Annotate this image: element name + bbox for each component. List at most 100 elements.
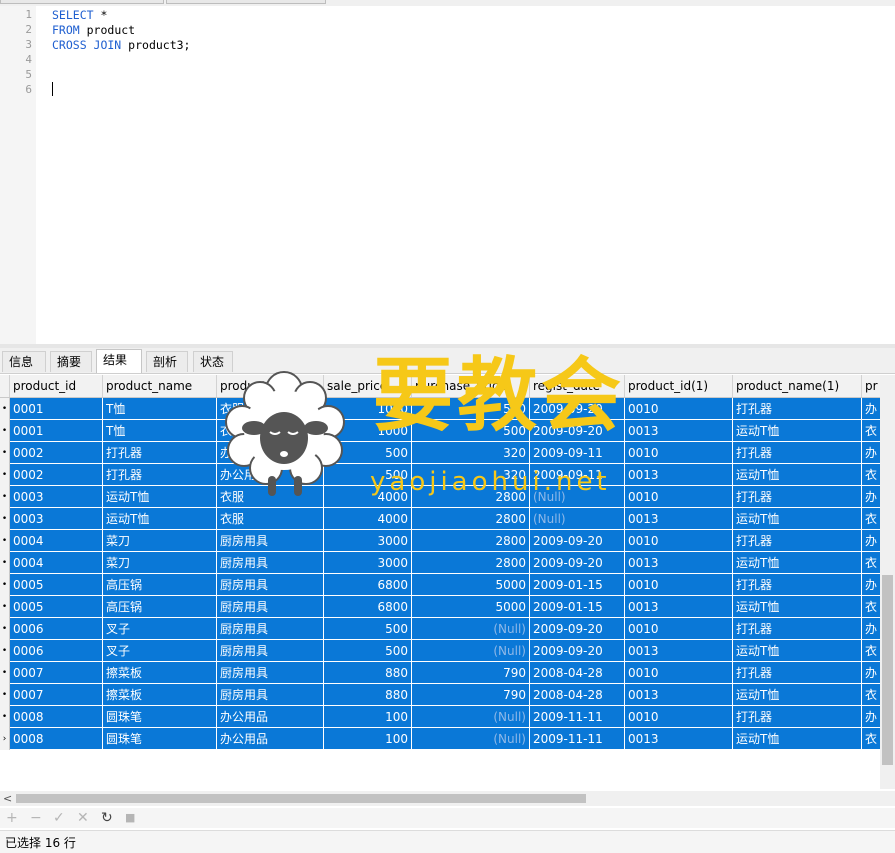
row-marker-icon[interactable]: • xyxy=(0,508,10,530)
table-row[interactable]: • 0006 叉子 厨房用具 500 (Null) 2009-09-20 0010 打孔器办 xyxy=(0,618,880,640)
table-row[interactable]: • 0002 打孔器 办公用品 500 320 2009-09-11 0010 打孔器办 xyxy=(0,442,880,464)
table-cell[interactable]: 6800 xyxy=(324,574,412,596)
table-cell[interactable]: 办公用品 xyxy=(217,728,324,750)
column-header[interactable]: product_id(1) xyxy=(625,375,733,397)
delete-row-icon[interactable]: − xyxy=(30,809,42,827)
table-cell[interactable]: 320 xyxy=(412,464,530,486)
column-header[interactable]: product_type xyxy=(217,375,324,397)
table-cell[interactable]: 500 xyxy=(324,464,412,486)
table-cell[interactable]: 圆珠笔 xyxy=(103,706,217,728)
table-row[interactable]: • 0004 菜刀 厨房用具 3000 2800 2009-09-20 0013 运动T恤衣 xyxy=(0,552,880,574)
column-header[interactable]: regist_date xyxy=(530,375,625,397)
table-cell[interactable]: 办 xyxy=(862,618,880,640)
table-cell[interactable]: T恤 xyxy=(103,398,217,420)
table-cell[interactable]: 厨房用具 xyxy=(217,530,324,552)
table-cell[interactable]: 办 xyxy=(862,706,880,728)
table-cell[interactable]: 衣 xyxy=(862,684,880,706)
table-row[interactable]: • 0005 高压锅 厨房用具 6800 5000 2009-01-15 0010 打孔器办 xyxy=(0,574,880,596)
apply-changes-icon[interactable]: ✓ xyxy=(53,809,65,827)
row-marker-icon[interactable]: • xyxy=(0,464,10,486)
table-cell[interactable]: 0010 xyxy=(625,574,733,596)
table-cell[interactable]: 0002 xyxy=(10,464,103,486)
tab-result-4[interactable]: 状态 xyxy=(193,351,233,372)
table-cell[interactable]: 0004 xyxy=(10,552,103,574)
table-cell[interactable]: 运动T恤 xyxy=(733,728,862,750)
table-cell[interactable]: 运动T恤 xyxy=(733,684,862,706)
table-cell[interactable]: 2009-11-11 xyxy=(530,706,625,728)
table-cell[interactable]: 4000 xyxy=(324,508,412,530)
table-cell[interactable]: 0010 xyxy=(625,618,733,640)
table-cell[interactable]: 厨房用具 xyxy=(217,662,324,684)
table-cell[interactable]: 0010 xyxy=(625,706,733,728)
table-cell[interactable]: 2008-04-28 xyxy=(530,662,625,684)
table-cell[interactable]: (Null) xyxy=(412,728,530,750)
query-tab-2[interactable] xyxy=(166,0,326,4)
horizontal-scroll-thumb[interactable] xyxy=(16,794,586,803)
table-cell[interactable]: 1000 xyxy=(324,398,412,420)
table-cell[interactable]: 打孔器 xyxy=(733,398,862,420)
table-cell[interactable]: 0013 xyxy=(625,508,733,530)
table-cell[interactable]: 2009-09-20 xyxy=(530,398,625,420)
row-marker-icon[interactable]: • xyxy=(0,618,10,640)
column-header[interactable]: product_name xyxy=(103,375,217,397)
table-cell[interactable]: 衣 xyxy=(862,508,880,530)
table-cell[interactable]: 衣 xyxy=(862,552,880,574)
add-row-icon[interactable]: + xyxy=(6,809,18,827)
table-cell[interactable]: 办 xyxy=(862,486,880,508)
table-cell[interactable]: 0008 xyxy=(10,728,103,750)
table-cell[interactable]: 办 xyxy=(862,442,880,464)
table-cell[interactable]: 0010 xyxy=(625,530,733,552)
table-row[interactable]: • 0007 擦菜板 厨房用具 880 790 2008-04-28 0010 打孔器办 xyxy=(0,662,880,684)
table-row[interactable]: • 0007 擦菜板 厨房用具 880 790 2008-04-28 0013 运动T恤衣 xyxy=(0,684,880,706)
table-cell[interactable]: 0007 xyxy=(10,662,103,684)
table-cell[interactable]: 4000 xyxy=(324,486,412,508)
row-marker-icon[interactable]: • xyxy=(0,420,10,442)
table-cell[interactable]: 2800 xyxy=(412,486,530,508)
table-cell[interactable]: 2008-04-28 xyxy=(530,684,625,706)
table-cell[interactable]: 2009-09-20 xyxy=(530,640,625,662)
table-cell[interactable]: 打孔器 xyxy=(733,574,862,596)
table-cell[interactable]: 运动T恤 xyxy=(733,640,862,662)
table-row[interactable]: • 0006 叉子 厨房用具 500 (Null) 2009-09-20 0013 运动T恤衣 xyxy=(0,640,880,662)
table-cell[interactable]: 衣 xyxy=(862,596,880,618)
table-cell[interactable]: 500 xyxy=(324,442,412,464)
table-cell[interactable]: 厨房用具 xyxy=(217,618,324,640)
table-cell[interactable]: 0013 xyxy=(625,420,733,442)
table-cell[interactable]: 0013 xyxy=(625,552,733,574)
table-cell[interactable]: 擦菜板 xyxy=(103,684,217,706)
table-cell[interactable]: 2800 xyxy=(412,530,530,552)
row-marker-icon[interactable]: • xyxy=(0,684,10,706)
scroll-left-arrow-icon[interactable]: < xyxy=(3,791,12,806)
table-cell[interactable]: 办 xyxy=(862,574,880,596)
table-cell[interactable]: 厨房用具 xyxy=(217,574,324,596)
table-row[interactable]: › 0008 圆珠笔 办公用品 100 (Null) 2009-11-11 0013 运动T恤衣 xyxy=(0,728,880,750)
table-cell[interactable]: T恤 xyxy=(103,420,217,442)
query-tab[interactable] xyxy=(0,0,164,4)
table-cell[interactable]: 打孔器 xyxy=(733,486,862,508)
discard-changes-icon[interactable]: ✕ xyxy=(77,809,89,827)
horizontal-scrollbar[interactable]: < xyxy=(0,791,895,806)
row-marker-icon[interactable]: • xyxy=(0,486,10,508)
table-cell[interactable]: 衣 xyxy=(862,464,880,486)
table-cell[interactable]: 运动T恤 xyxy=(733,420,862,442)
table-cell[interactable]: 厨房用具 xyxy=(217,640,324,662)
row-marker-icon[interactable]: • xyxy=(0,530,10,552)
table-cell[interactable]: 0007 xyxy=(10,684,103,706)
table-cell[interactable]: (Null) xyxy=(412,706,530,728)
table-cell[interactable]: (Null) xyxy=(530,486,625,508)
table-cell[interactable]: 办 xyxy=(862,530,880,552)
table-cell[interactable]: 0010 xyxy=(625,662,733,684)
table-cell[interactable]: 打孔器 xyxy=(103,442,217,464)
table-cell[interactable]: 0001 xyxy=(10,420,103,442)
current-row-marker-icon[interactable]: › xyxy=(0,728,10,750)
table-cell[interactable]: 打孔器 xyxy=(733,442,862,464)
table-cell[interactable]: 0013 xyxy=(625,596,733,618)
table-cell[interactable]: 880 xyxy=(324,684,412,706)
table-cell[interactable]: 500 xyxy=(324,618,412,640)
tab-result-3[interactable]: 剖析 xyxy=(146,351,188,372)
table-cell[interactable]: 2800 xyxy=(412,508,530,530)
table-cell[interactable]: 790 xyxy=(412,684,530,706)
table-cell[interactable]: 厨房用具 xyxy=(217,684,324,706)
table-cell[interactable]: 0003 xyxy=(10,486,103,508)
row-marker-icon[interactable]: • xyxy=(0,552,10,574)
